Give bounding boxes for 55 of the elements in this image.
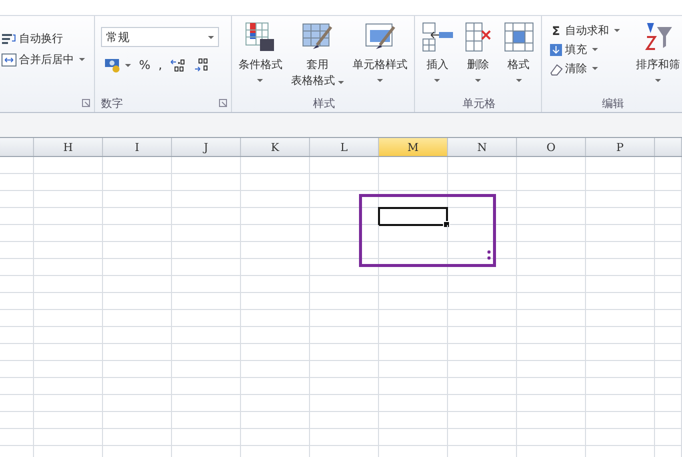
currency-icon: [104, 57, 122, 73]
caret-icon: [79, 58, 85, 61]
cell-style-button[interactable]: 单元格样式: [350, 21, 410, 94]
clear-button[interactable]: 清除: [548, 60, 599, 77]
column-header[interactable]: J: [172, 138, 241, 156]
sort-filter-button[interactable]: 排序和筛: [634, 16, 682, 94]
insert-cells-icon: [421, 21, 454, 53]
caret-icon: [592, 48, 598, 51]
cell-format-icon: [502, 21, 535, 53]
group-label: 单元格: [462, 96, 496, 110]
caret-icon: [516, 79, 522, 82]
column-header[interactable]: O: [517, 138, 586, 156]
column-header[interactable]: H: [34, 138, 103, 156]
caret-icon: [474, 79, 481, 82]
colored-grid-icon: [244, 21, 276, 53]
caret-icon: [257, 79, 264, 82]
dot-marks-icon: [487, 250, 491, 260]
format-button[interactable]: 格式: [500, 21, 537, 94]
caret-icon: [592, 67, 598, 70]
delete-button[interactable]: 删除: [460, 21, 496, 94]
fill-down-icon: [549, 42, 563, 56]
merge-cells-icon: [1, 52, 17, 66]
group-label: 数字: [101, 96, 123, 110]
sort-filter-icon: [643, 21, 673, 53]
insert-button[interactable]: 插入: [419, 21, 456, 94]
column-header[interactable]: M: [379, 138, 448, 156]
active-cell[interactable]: [378, 207, 448, 226]
eraser-icon: [549, 62, 563, 76]
caret-icon: [338, 81, 344, 84]
caret-icon: [377, 79, 384, 82]
merge-center-button[interactable]: 合并后居中: [0, 51, 86, 68]
conditional-format-button[interactable]: 条件格式: [236, 21, 284, 94]
caret-icon: [125, 64, 131, 66]
column-header[interactable]: P: [586, 138, 655, 156]
caret-icon: [208, 36, 214, 38]
caret-icon: [434, 79, 440, 82]
decrease-decimal-icon: [194, 58, 210, 72]
wrap-text-button[interactable]: 自动换行: [0, 30, 64, 47]
comma-button[interactable]: ,: [155, 58, 166, 72]
column-header[interactable]: I: [103, 138, 172, 156]
dialog-launcher-icon[interactable]: [219, 99, 227, 107]
column-header[interactable]: N: [448, 138, 517, 156]
percent-button[interactable]: %: [136, 58, 154, 72]
caret-icon: [655, 79, 661, 82]
wrap-text-icon: [1, 32, 17, 46]
increase-decimal-icon: [170, 58, 186, 72]
dialog-launcher-icon[interactable]: [82, 99, 90, 107]
group-label: 样式: [313, 96, 335, 110]
column-header[interactable]: K: [241, 138, 310, 156]
caret-icon: [614, 29, 620, 32]
group-label: 编辑: [602, 96, 624, 110]
fill-button[interactable]: 填充: [548, 41, 599, 58]
number-format-dropdown[interactable]: 常规: [101, 27, 219, 47]
table-format-button[interactable]: 套用 表格格式: [288, 21, 346, 94]
autosum-button[interactable]: Σ 自动求和: [548, 22, 621, 39]
